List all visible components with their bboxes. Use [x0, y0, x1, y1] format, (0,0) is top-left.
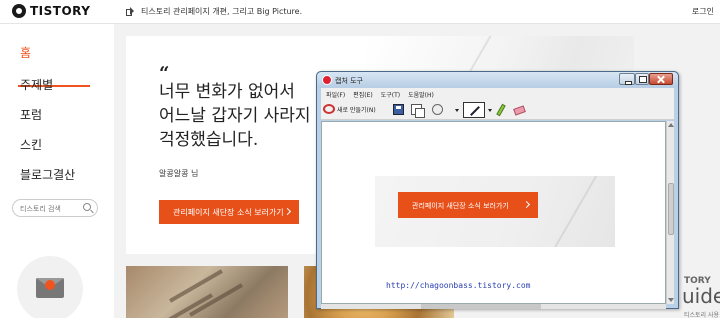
menu-tools[interactable]: 도구(T)	[381, 90, 400, 100]
scroll-up-icon[interactable]	[668, 123, 674, 127]
search-icon[interactable]	[83, 203, 91, 211]
captured-cta: 관리페이지 새단장 소식 보러가기	[398, 192, 538, 218]
new-snip-label: 새로 만들기(N)	[337, 106, 376, 114]
mail-badge-icon	[45, 280, 55, 290]
pen-dropdown-icon[interactable]	[488, 109, 492, 112]
cta-label: 관리페이지 새단장 소식 보러가기	[173, 208, 284, 217]
speaker-icon	[126, 7, 135, 16]
newsletter-button[interactable]	[17, 256, 83, 318]
horizontal-scrollbar[interactable]	[321, 304, 666, 309]
window-titlebar[interactable]: 캡처 도구	[317, 72, 678, 88]
notice-text: 티스토리 관리페이지 개편, 그리고 Big Picture.	[141, 7, 303, 16]
hero-quote: 너무 변화가 없어서 어느날 갑자기 사라지 걱정했습니다.	[159, 80, 311, 152]
menu-file[interactable]: 파일(F)	[326, 90, 345, 100]
sidebar-item-forum[interactable]: 포럼	[20, 106, 42, 123]
eraser-icon[interactable]	[513, 105, 526, 116]
menu-bar: 파일(F) 편집(E) 도구(T) 도움말(H)	[321, 88, 674, 100]
captured-cta-label: 관리페이지 새단장 소식 보러가기	[412, 202, 509, 210]
scroll-down-icon[interactable]	[668, 298, 674, 302]
new-snip-button[interactable]: 새로 만들기(N)	[323, 104, 376, 114]
save-icon[interactable]	[393, 104, 404, 115]
top-header: TISTORY 티스토리 관리페이지 개편, 그리고 Big Picture. …	[0, 0, 720, 24]
quote-line: 어느날 갑자기 사라지	[159, 106, 311, 126]
search-placeholder: 티스토리 검색	[20, 205, 61, 213]
blog-url-watermark: http://chagoonbass.tistory.com	[386, 281, 531, 290]
window-title: 캡처 도구	[335, 77, 363, 85]
sidebar: 홈 주제별 포럼 스킨 블로그결산 티스토리 검색	[0, 24, 114, 318]
scroll-thumb[interactable]	[668, 183, 674, 235]
pen-icon	[470, 106, 480, 116]
scissors-app-icon	[322, 75, 332, 85]
tistory-logo-icon	[12, 4, 26, 18]
snipping-tool-window[interactable]: 캡처 도구 파일(F) 편집(E) 도구(T) 도움말(H) 새로 만들기(N)	[316, 71, 679, 309]
notice-bar[interactable]: 티스토리 관리페이지 개편, 그리고 Big Picture.	[126, 6, 302, 17]
quote-author: 알콩알콩 님	[159, 169, 199, 178]
search-input[interactable]: 티스토리 검색	[12, 199, 98, 217]
quote-line: 너무 변화가 없어서	[159, 82, 295, 102]
sidebar-item-blog-summary[interactable]: 블로그결산	[20, 166, 75, 183]
logo-text: TISTORY	[30, 4, 91, 18]
tistory-page: TISTORY 티스토리 관리페이지 개편, 그리고 Big Picture. …	[0, 0, 720, 318]
pen-tool-button[interactable]	[463, 102, 485, 118]
guide-subtitle: 티스토리 사용법을	[684, 312, 720, 318]
close-button[interactable]	[649, 73, 673, 85]
menu-help[interactable]: 도움말(H)	[408, 90, 434, 100]
copy-icon[interactable]	[411, 104, 425, 118]
maximize-button[interactable]	[635, 73, 649, 85]
snip-canvas[interactable]: 관리페이지 새단장 소식 보러가기 http://chagoonbass.tis…	[321, 121, 666, 304]
chevron-right-icon	[522, 200, 531, 209]
tistory-logo[interactable]: TISTORY	[12, 4, 90, 18]
highlighter-icon[interactable]	[496, 103, 506, 117]
card-cat-image[interactable]	[126, 266, 288, 318]
captured-image: 관리페이지 새단장 소식 보러가기	[375, 176, 615, 247]
vertical-scrollbar[interactable]	[666, 121, 674, 304]
menu-edit[interactable]: 편집(E)	[353, 90, 373, 100]
sidebar-item-home[interactable]: 홈	[20, 44, 31, 61]
login-link[interactable]: 로그인	[692, 6, 714, 17]
sidebar-item-topics[interactable]: 주제별	[20, 76, 53, 93]
toolbar: 새로 만들기(N)	[321, 100, 674, 120]
quote-line: 걱정했습니다.	[159, 130, 259, 150]
send-icon[interactable]	[432, 104, 443, 115]
scissors-icon	[323, 104, 335, 114]
minimize-button[interactable]	[619, 73, 635, 85]
sidebar-item-skin[interactable]: 스킨	[20, 136, 42, 153]
send-dropdown-icon[interactable]	[455, 109, 459, 112]
chevron-right-icon	[283, 207, 292, 216]
hscroll-thumb[interactable]	[421, 304, 541, 309]
hero-cta-button[interactable]: 관리페이지 새단장 소식 보러가기	[159, 200, 299, 224]
guide-title: uide	[682, 284, 720, 308]
captured-decoration	[552, 176, 600, 247]
